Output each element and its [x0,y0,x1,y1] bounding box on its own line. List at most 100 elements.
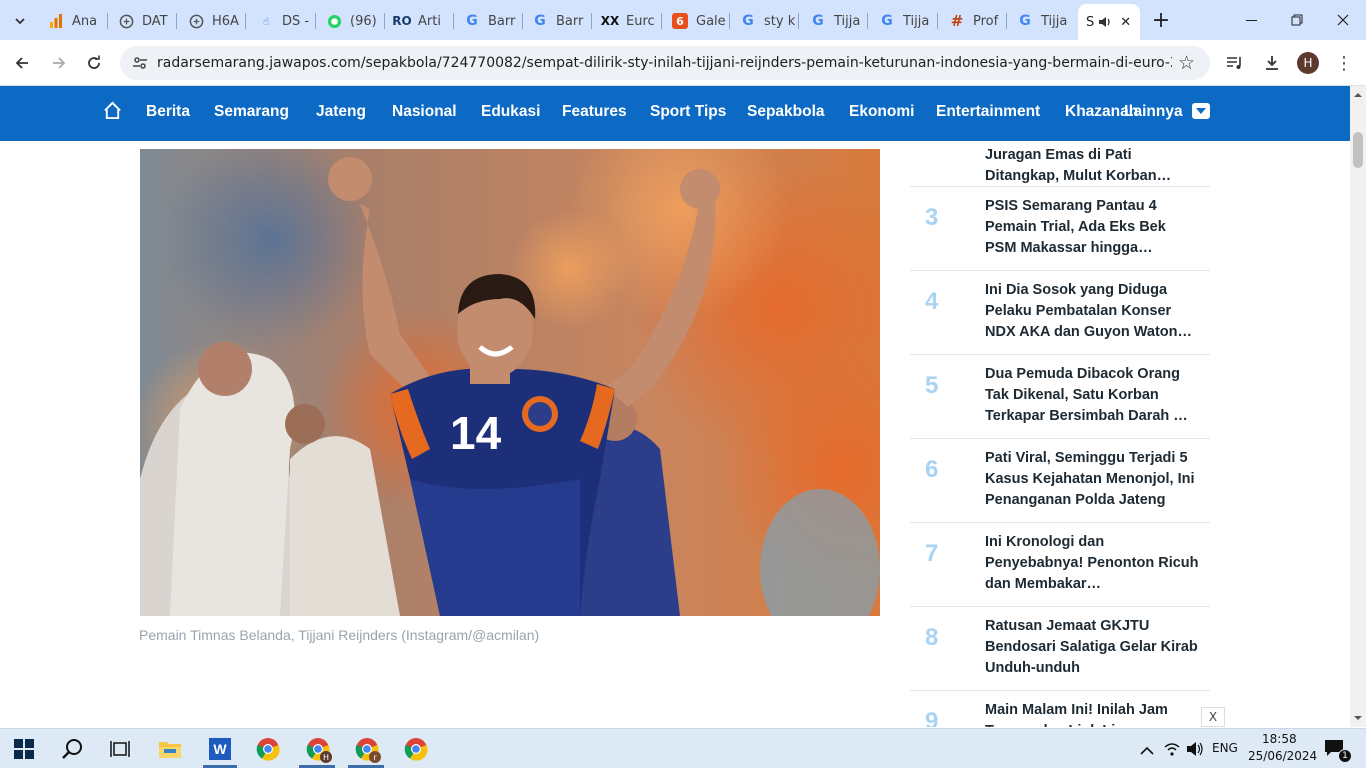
new-tab-button[interactable]: + [1146,8,1176,33]
tab-10[interactable]: 6 Gale [664,8,732,34]
forward-button[interactable] [46,50,72,76]
url-text[interactable]: radarsemarang.jawapos.com/sepakbola/7247… [157,55,1172,71]
chrome-button-4[interactable] [402,735,430,763]
clock-time[interactable]: 18:58 [1262,732,1297,746]
restore-button[interactable] [1282,8,1312,32]
tab-close-button[interactable]: ✕ [1120,15,1131,30]
nav-semarang[interactable]: Semarang [214,103,289,121]
nav-berita[interactable]: Berita [146,103,190,121]
tab-11[interactable]: Gsty k [732,8,800,34]
list-item[interactable]: 5 Dua Pemuda Dibacok Orang Tak Dikenal, … [910,355,1210,439]
list-item-title[interactable]: Dua Pemuda Dibacok Orang Tak Dikenal, Sa… [985,364,1200,427]
nav-edukasi[interactable]: Edukasi [481,103,540,121]
tab-6[interactable]: RO Arti [386,8,454,34]
page-scrollbar[interactable] [1350,86,1366,727]
ad-close-button[interactable]: X [1201,707,1225,727]
scrollbar-thumb[interactable] [1353,132,1363,168]
list-item[interactable]: 7 Ini Kronologi dan Penyebabnya! Penonto… [910,523,1210,607]
scroll-down-icon[interactable] [1350,712,1366,724]
profile-button[interactable]: H [1295,50,1321,76]
nav-sepakbola[interactable]: Sepakbola [747,103,825,121]
taskbar-search-button[interactable] [58,735,86,763]
chrome-button-3[interactable]: r [353,735,381,763]
page-content: 14 Pemain Timnas Belanda, Tijjani Reijnd… [0,141,1350,727]
task-view-button[interactable] [106,735,134,763]
tab-12[interactable]: G Tijja [802,8,870,34]
nav-features[interactable]: Features [562,103,627,121]
speaker-icon[interactable] [1098,15,1112,29]
downloads-button[interactable] [1259,50,1285,76]
nav-entertainment[interactable]: Entertainment [936,103,1040,121]
word-button[interactable]: W [206,735,234,763]
list-item-title[interactable]: Ratusan Jemaat GKJTU Bendosari Salatiga … [985,616,1200,679]
tab-5[interactable]: (96) [318,8,384,34]
list-item[interactable]: 8 Ratusan Jemaat GKJTU Bendosari Salatig… [910,607,1210,691]
list-item-title[interactable]: Ini Dia Sosok yang Diduga Pelaku Pembata… [985,280,1200,343]
bookmark-star-icon[interactable]: ☆ [1178,52,1195,74]
reload-button[interactable] [81,50,107,76]
chevron-up-icon[interactable] [1140,741,1154,760]
tab-search-button[interactable] [6,8,34,34]
tab-4[interactable]: ☝ DS - [250,8,318,34]
list-item-title[interactable]: Pati Viral, Seminggu Terjadi 5 Kasus Kej… [985,448,1200,511]
google-icon: G [881,13,893,29]
nav-nasional[interactable]: Nasional [392,103,457,121]
list-item[interactable]: 6 Pati Viral, Seminggu Terjadi 5 Kasus K… [910,439,1210,523]
back-button[interactable] [9,50,35,76]
menu-button[interactable]: ⋮ [1331,50,1357,76]
volume-icon[interactable] [1186,741,1204,761]
rank-number: 5 [925,372,939,399]
list-item[interactable]: 4 Ini Dia Sosok yang Diduga Pelaku Pemba… [910,271,1210,355]
list-item-title[interactable]: PSIS Semarang Pantau 4 Pemain Trial, Ada… [985,196,1200,259]
list-item[interactable]: 9 Main Malam Ini! Inilah Jam Tayang dan … [910,691,1210,727]
network-icon[interactable] [1164,741,1180,761]
language-indicator[interactable]: ENG [1212,741,1238,755]
address-bar[interactable]: radarsemarang.jawapos.com/sepakbola/7247… [120,46,1210,80]
tab-active[interactable]: S ✕ [1078,4,1140,40]
tab-1[interactable]: Ana [40,8,110,34]
tab-divider [522,13,523,29]
tab-divider [384,13,385,29]
site-settings-icon[interactable] [132,55,148,75]
tab-14[interactable]: # Prof [941,8,1009,34]
list-item-title[interactable]: Juragan Emas di Pati Ditangkap, Mulut Ko… [985,145,1200,187]
chrome-button-1[interactable] [254,735,282,763]
six-icon: 6 [672,13,688,29]
tab-8[interactable]: G Barr [524,8,592,34]
folder-icon [159,742,181,758]
clock-date[interactable]: 25/06/2024 [1248,749,1317,763]
tab-label: Arti [418,13,441,29]
tab-13[interactable]: G Tijja [871,8,939,34]
list-item-title[interactable]: Ini Kronologi dan Penyebabnya! Penonton … [985,532,1200,595]
dropdown-caret-icon[interactable] [1192,103,1210,119]
scroll-up-icon[interactable] [1350,89,1366,101]
tab-9[interactable]: XX Eurc [594,8,662,34]
tab-2[interactable]: DAT [110,8,178,34]
tab-3[interactable]: H6A [180,8,246,34]
tab-15[interactable]: G Tijja [1009,8,1077,34]
nav-jateng[interactable]: Jateng [316,103,366,121]
tab-label: Ana [72,13,98,29]
nav-ekonomi[interactable]: Ekonomi [849,103,914,121]
tab-divider [729,13,730,29]
window-close-button[interactable] [1328,8,1358,32]
home-icon[interactable] [103,101,122,124]
windows-icon [14,739,34,759]
tab-label: Tijja [834,13,861,29]
media-controls-button[interactable] [1222,50,1248,76]
reload-icon [88,55,100,69]
minimize-button[interactable] [1236,8,1266,32]
file-explorer-button[interactable] [156,735,184,763]
taskbar: W H r ENG 18:58 25/06/2024 1 [0,728,1366,768]
list-item[interactable]: 3 PSIS Semarang Pantau 4 Pemain Trial, A… [910,187,1210,271]
ro-icon: RO [392,14,412,28]
tab-7[interactable]: G Barr [456,8,524,34]
list-item[interactable]: Juragan Emas di Pati Ditangkap, Mulut Ko… [910,141,1210,187]
chrome-button-2[interactable]: H [304,735,332,763]
list-item-title[interactable]: Main Malam Ini! Inilah Jam Tayang dan Li… [985,700,1200,727]
notification-count: 1 [1338,749,1352,763]
start-button[interactable] [10,735,38,763]
nav-sport-tips[interactable]: Sport Tips [650,103,726,121]
nav-lainnya[interactable]: Lainnya [1124,103,1183,121]
tab-divider [176,13,177,29]
